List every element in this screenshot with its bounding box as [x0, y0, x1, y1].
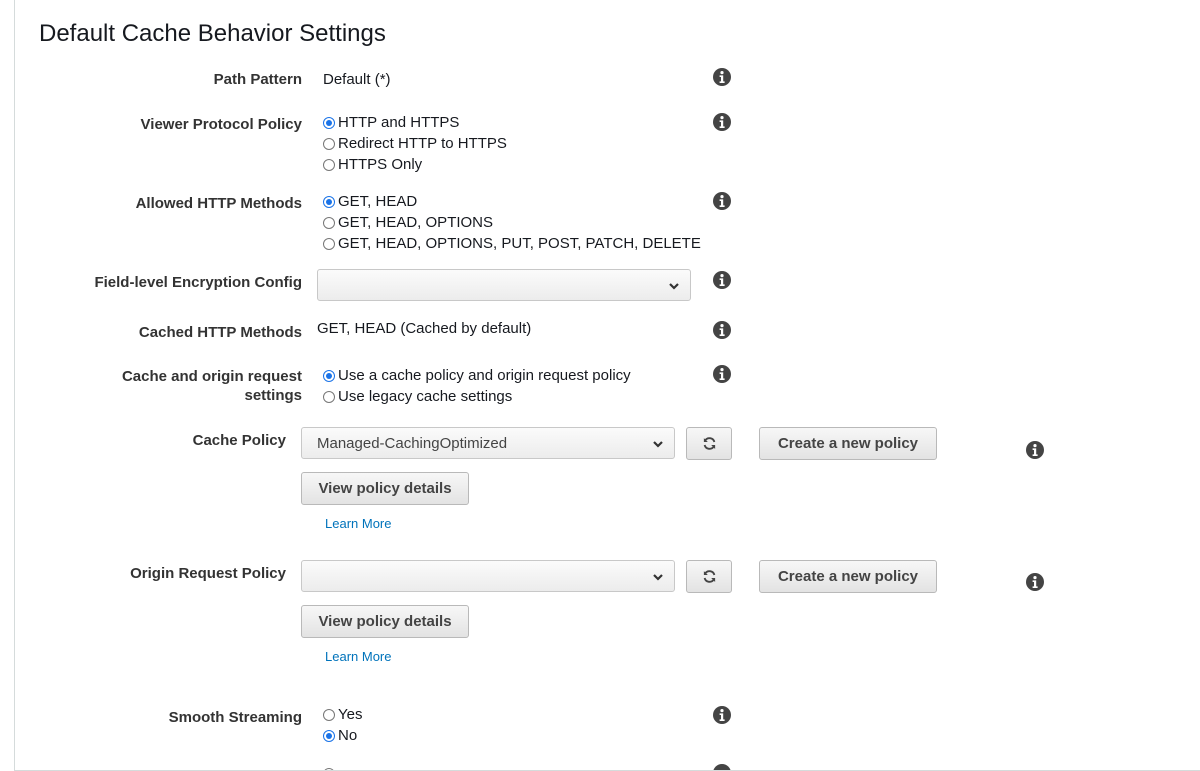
radio-get-head[interactable]: GET, HEAD: [323, 191, 701, 212]
info-icon[interactable]: [713, 113, 731, 131]
radio-button[interactable]: [323, 158, 335, 171]
radio-label: Use a cache policy and origin request po…: [338, 367, 631, 384]
view-origin-policy-details-button[interactable]: View policy details: [301, 605, 469, 638]
cache-policy-select[interactable]: Managed-CachingOptimized: [301, 427, 675, 459]
info-icon[interactable]: [1026, 573, 1044, 591]
allowed-methods-label: Allowed HTTP Methods: [135, 195, 302, 212]
cache-origin-settings-label: Cache and origin request settings: [15, 367, 302, 405]
info-icon[interactable]: [713, 365, 731, 383]
radio-button[interactable]: [323, 708, 335, 721]
info-icon[interactable]: [713, 764, 731, 771]
origin-policy-learn-more-link[interactable]: Learn More: [325, 649, 391, 664]
info-icon[interactable]: [713, 706, 731, 724]
viewer-protocol-radio-group: HTTP and HTTPS Redirect HTTP to HTTPS HT…: [323, 112, 507, 175]
label-line: settings: [244, 387, 302, 404]
view-cache-policy-details-button[interactable]: View policy details: [301, 472, 469, 505]
radio-label: GET, HEAD: [338, 193, 418, 210]
radio-button[interactable]: [323, 116, 335, 129]
radio-label: GET, HEAD, OPTIONS: [338, 214, 494, 231]
radio-all-methods[interactable]: GET, HEAD, OPTIONS, PUT, POST, PATCH, DE…: [323, 233, 701, 254]
create-origin-policy-button[interactable]: Create a new policy: [759, 560, 937, 593]
radio-next-row-partial[interactable]: [323, 763, 338, 770]
origin-request-policy-select[interactable]: [301, 560, 675, 592]
radio-label: HTTPS Only: [338, 156, 423, 173]
radio-http-and-https[interactable]: HTTP and HTTPS: [323, 112, 507, 133]
radio-button[interactable]: [323, 216, 335, 229]
radio-legacy-cache-settings[interactable]: Use legacy cache settings: [323, 386, 631, 407]
page-title: Default Cache Behavior Settings: [39, 20, 386, 47]
settings-panel: Default Cache Behavior Settings Path Pat…: [14, 0, 1200, 771]
smooth-streaming-label: Smooth Streaming: [168, 709, 302, 726]
refresh-icon: [703, 437, 715, 450]
radio-label: Yes: [338, 706, 363, 723]
cache-policy-label: Cache Policy: [192, 432, 286, 449]
radio-button[interactable]: [323, 137, 335, 150]
radio-redirect-http-to-https[interactable]: Redirect HTTP to HTTPS: [323, 133, 507, 154]
radio-button[interactable]: [323, 767, 335, 770]
info-icon[interactable]: [1026, 441, 1044, 459]
radio-smooth-streaming-no[interactable]: No: [323, 725, 362, 746]
chevron-down-icon: [669, 283, 679, 290]
info-icon[interactable]: [713, 321, 731, 339]
radio-label: HTTP and HTTPS: [338, 114, 460, 131]
radio-smooth-streaming-yes[interactable]: Yes: [323, 704, 362, 725]
cache-origin-radio-group: Use a cache policy and origin request po…: [323, 365, 631, 407]
cached-methods-label: Cached HTTP Methods: [138, 324, 302, 341]
chevron-down-icon: [653, 574, 663, 581]
path-pattern-value: Default (*): [323, 71, 391, 88]
radio-button[interactable]: [323, 369, 335, 382]
info-icon[interactable]: [713, 68, 731, 86]
select-value: Managed-CachingOptimized: [317, 434, 508, 452]
radio-use-cache-policy[interactable]: Use a cache policy and origin request po…: [323, 365, 631, 386]
refresh-icon: [703, 570, 715, 583]
create-cache-policy-button[interactable]: Create a new policy: [759, 427, 937, 460]
refresh-origin-policies-button[interactable]: [686, 560, 732, 593]
label-line: Cache and origin request: [121, 368, 302, 385]
smooth-streaming-radio-group: Yes No: [323, 704, 362, 746]
radio-label: Redirect HTTP to HTTPS: [338, 135, 507, 152]
viewer-protocol-label: Viewer Protocol Policy: [140, 116, 302, 133]
path-pattern-label: Path Pattern: [213, 71, 302, 88]
cached-methods-value: GET, HEAD (Cached by default): [317, 320, 532, 337]
field-encryption-select[interactable]: [317, 269, 691, 301]
radio-label: Use legacy cache settings: [338, 388, 513, 405]
radio-button[interactable]: [323, 195, 335, 208]
info-icon[interactable]: [713, 271, 731, 289]
allowed-methods-radio-group: GET, HEAD GET, HEAD, OPTIONS GET, HEAD, …: [323, 191, 701, 254]
radio-button[interactable]: [323, 237, 335, 250]
radio-get-head-options[interactable]: GET, HEAD, OPTIONS: [323, 212, 701, 233]
radio-https-only[interactable]: HTTPS Only: [323, 154, 507, 175]
chevron-down-icon: [653, 441, 663, 448]
radio-label: No: [338, 727, 358, 744]
cache-policy-learn-more-link[interactable]: Learn More: [325, 516, 391, 531]
radio-button[interactable]: [323, 390, 335, 403]
origin-request-policy-label: Origin Request Policy: [130, 565, 286, 582]
radio-label: GET, HEAD, OPTIONS, PUT, POST, PATCH, DE…: [338, 235, 701, 252]
radio-button[interactable]: [323, 729, 335, 742]
refresh-cache-policies-button[interactable]: [686, 427, 732, 460]
info-icon[interactable]: [713, 192, 731, 210]
field-encryption-label: Field-level Encryption Config: [94, 274, 302, 291]
